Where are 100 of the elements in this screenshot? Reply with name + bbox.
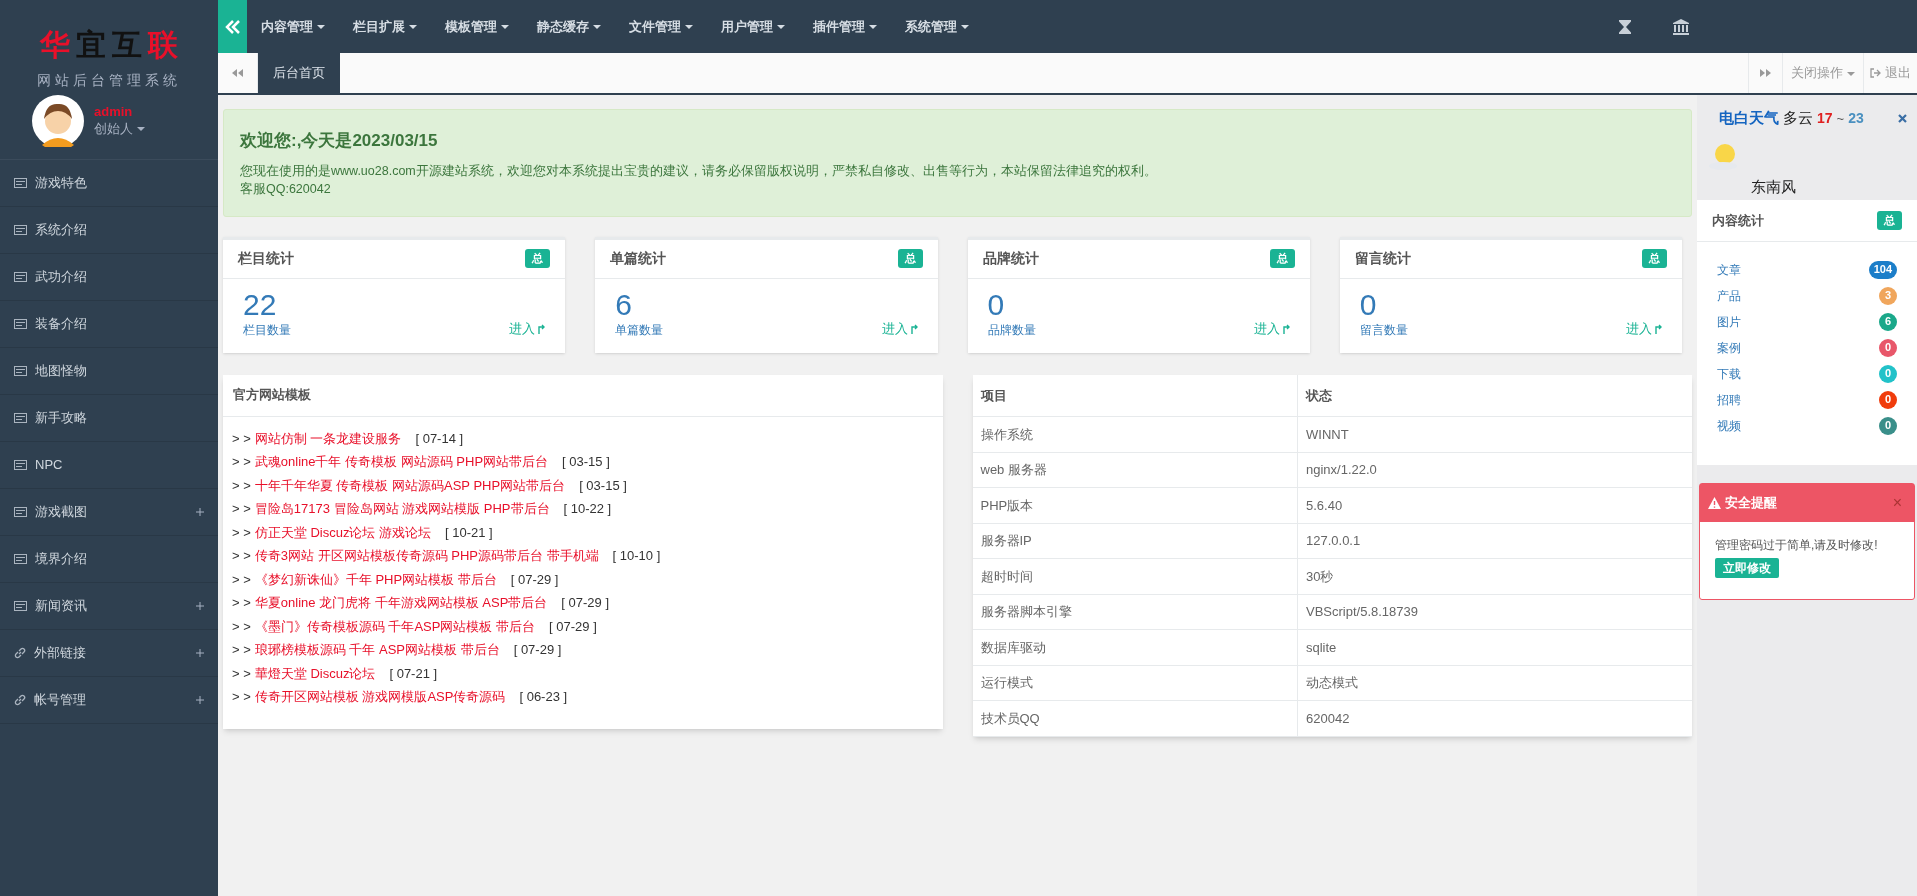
caret-icon <box>1847 71 1855 76</box>
support-contact: 客服QQ:620042 <box>240 180 332 198</box>
total-badge: 总 <box>897 249 923 268</box>
level-up-icon <box>1655 323 1662 334</box>
change-now-button[interactable]: 立即修改 <box>1715 558 1779 578</box>
nav-menu[interactable]: 系统管理 <box>891 16 983 37</box>
table-cell: 动态模式 <box>1297 665 1692 701</box>
sidebar-item[interactable]: 新手攻略 <box>0 395 218 442</box>
table-cell: 运行模式 <box>972 665 1298 701</box>
nav-menu[interactable]: 模板管理 <box>431 16 523 37</box>
stat-label[interactable]: 下载 <box>1717 364 1741 383</box>
template-link[interactable]: 《梦幻新诛仙》千年 PHP网站模板 带后台 <box>254 567 497 591</box>
sidebar-item[interactable]: 系统介绍 <box>0 207 218 254</box>
template-link[interactable]: 冒险岛17173 冒险岛网站 游戏网站模版 PHP带后台 <box>254 497 550 521</box>
enter-link[interactable]: 进入 <box>509 319 546 339</box>
count-badge: 0 <box>1879 416 1897 435</box>
template-date: [ 03-15 ] <box>562 453 610 471</box>
collapse-button[interactable] <box>218 0 247 53</box>
template-link[interactable]: 传奇3网站 开区网站模板传奇源码 PHP源码带后台 带手机端 <box>254 544 599 568</box>
alert-text: 管理密码过于简单,请及时修改! <box>1715 537 1879 554</box>
nav-menu[interactable]: 静态缓存 <box>523 16 615 37</box>
level-up-icon <box>910 323 918 334</box>
sidebar-item[interactable]: 地图怪物 <box>0 348 218 395</box>
sidebar-item[interactable]: 新闻资讯 <box>0 583 218 630</box>
stat-label[interactable]: 文章 <box>1717 260 1741 279</box>
stat-label[interactable]: 招聘 <box>1717 390 1741 409</box>
list-bullet: > > <box>232 664 251 683</box>
nav-menu[interactable]: 文件管理 <box>615 16 707 37</box>
page-tab[interactable]: 后台首页 <box>258 53 340 93</box>
template-link[interactable]: 《墨门》传奇模板源码 千年ASP网站模板 带后台 <box>254 614 536 638</box>
sidebar-item[interactable]: 帐号管理 <box>0 677 218 724</box>
user-role-dropdown[interactable]: 创始人 <box>94 118 145 139</box>
caret-icon <box>777 25 785 30</box>
list-bullet: > > <box>232 641 251 659</box>
sidebar-item[interactable]: 游戏特色 <box>0 160 218 207</box>
total-badge: 总 <box>1642 249 1667 268</box>
link-icon <box>14 647 26 659</box>
card-icon <box>14 225 27 235</box>
nav-menu[interactable]: 栏目扩展 <box>339 16 431 37</box>
temperature-separator: ~ <box>1836 109 1845 128</box>
template-link[interactable]: 仿正天堂 Discuz论坛 游戏论坛 <box>254 520 432 544</box>
enter-link[interactable]: 进入 <box>1253 319 1290 339</box>
template-link[interactable]: 传奇开区网站模板 游戏网模版ASP传奇源码 <box>254 685 506 709</box>
template-date: [ 03-15 ] <box>579 476 627 495</box>
sidebar-item[interactable]: 外部链接 <box>0 630 218 677</box>
stat-label[interactable]: 视频 <box>1717 416 1741 435</box>
template-link[interactable]: 网站仿制 一条龙建设服务 <box>254 426 402 450</box>
caret-icon <box>869 25 877 30</box>
enter-link[interactable]: 进入 <box>881 319 918 339</box>
user-name: admin <box>94 103 134 119</box>
template-date: [ 07-29 ] <box>561 594 610 612</box>
stat-caption: 留言数量 <box>1359 321 1408 339</box>
sidebar-item[interactable]: NPC <box>0 442 218 489</box>
plus-icon <box>196 649 204 657</box>
close-icon[interactable] <box>1898 113 1907 123</box>
stat-label[interactable]: 产品 <box>1717 286 1741 305</box>
table-cell: 数据库驱动 <box>972 629 1298 665</box>
nav-menu[interactable]: 插件管理 <box>799 16 891 37</box>
list-bullet: > > <box>232 570 251 589</box>
sidebar-item[interactable]: 装备介绍 <box>0 301 218 348</box>
close-operations-dropdown[interactable]: 关闭操作 <box>1782 53 1863 93</box>
weather-condition: 多云 <box>1783 108 1813 128</box>
stat-label[interactable]: 图片 <box>1717 312 1741 331</box>
stat-caption: 栏目数量 <box>243 321 291 339</box>
count-badge: 0 <box>1879 390 1897 409</box>
stat-label[interactable]: 案例 <box>1717 338 1741 357</box>
card-icon <box>14 413 27 423</box>
logout-button[interactable]: 退出 <box>1863 53 1917 93</box>
logo-character: 华 <box>40 30 70 60</box>
plus-icon <box>196 602 204 610</box>
bank-icon[interactable] <box>1673 18 1689 35</box>
card-icon <box>14 366 27 376</box>
template-date: [ 06-23 ] <box>519 688 568 706</box>
list-bullet: > > <box>232 547 251 565</box>
template-link[interactable]: 華燈天堂 Discuz论坛 <box>254 661 376 685</box>
template-date: [ 07-14 ] <box>415 429 464 448</box>
nav-menu[interactable]: 内容管理 <box>247 16 339 37</box>
stat-value: 0 <box>987 288 1006 321</box>
sidebar-item[interactable]: 境界介绍 <box>0 536 218 583</box>
hourglass-icon[interactable] <box>1619 19 1631 34</box>
list-bullet: > > <box>232 617 251 636</box>
table-cell: 技术员QQ <box>972 700 1298 736</box>
template-link[interactable]: 武魂online千年 传奇模板 网站源码 PHP网站带后台 <box>254 450 549 474</box>
list-bullet: > > <box>232 594 251 612</box>
stat-caption: 品牌数量 <box>987 321 1036 339</box>
template-link[interactable]: 华夏online 龙门虎将 千年游戏网站模板 ASP带后台 <box>254 591 548 615</box>
card-icon <box>14 601 27 611</box>
template-link[interactable]: 琅琊榜模板源码 千年 ASP网站模板 带后台 <box>254 638 500 662</box>
fast-forward-icon <box>1760 69 1771 77</box>
panel-title: 内容统计 <box>1712 211 1764 230</box>
template-date: [ 10-10 ] <box>612 547 661 565</box>
enter-link[interactable]: 进入 <box>1626 319 1662 339</box>
template-link[interactable]: 十年千年华夏 传奇模板 网站源码ASP PHP网站带后台 <box>254 473 566 497</box>
table-cell: VBScript/5.8.18739 <box>1297 594 1692 630</box>
temperature-high: 23 <box>1848 108 1864 128</box>
stat-title: 栏目统计 <box>238 249 294 268</box>
sidebar-item[interactable]: 武功介绍 <box>0 254 218 301</box>
sidebar-item[interactable]: 游戏截图 <box>0 489 218 536</box>
card-icon <box>14 272 27 282</box>
nav-menu[interactable]: 用户管理 <box>707 16 799 37</box>
